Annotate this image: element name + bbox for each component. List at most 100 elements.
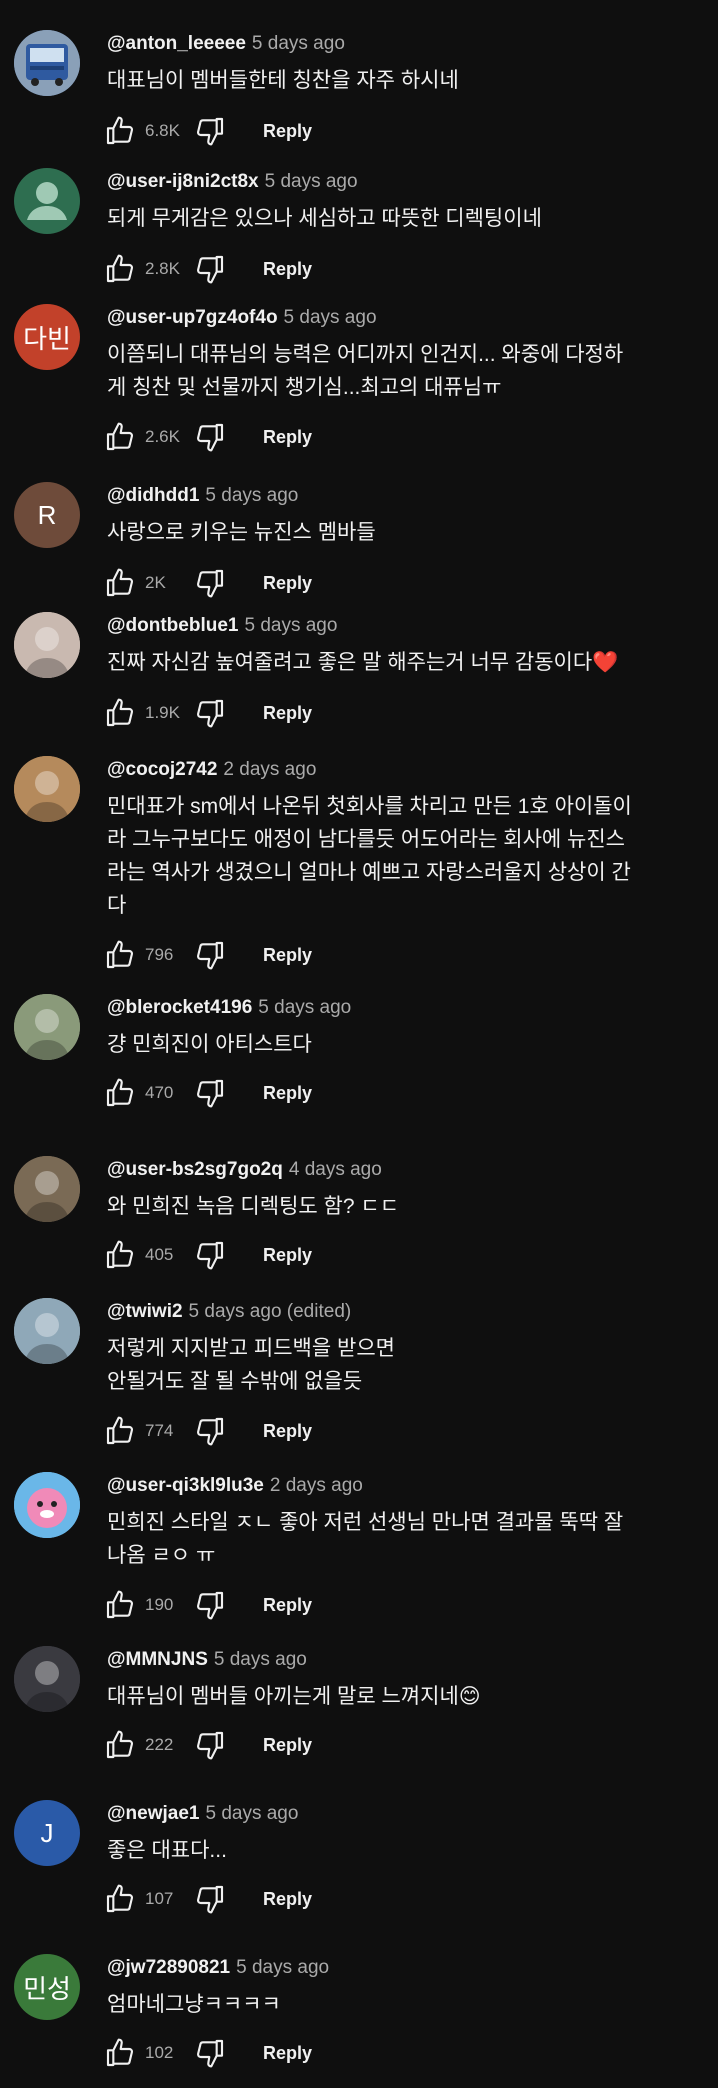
like-count: 107 bbox=[145, 1889, 174, 1908]
comment-text: 엄마네그냥ㅋㅋㅋㅋ bbox=[107, 1993, 281, 2016]
reply-button[interactable]: Reply bbox=[263, 1083, 312, 1104]
comment-actions: 405 Reply bbox=[103, 1236, 312, 1274]
comment-text: 사랑으로 키우는 뉴진스 멤바들 bbox=[107, 521, 376, 544]
thumbs-down-icon bbox=[196, 1591, 224, 1620]
comment-author[interactable]: @jw72890821 bbox=[107, 1957, 230, 1978]
avatar[interactable] bbox=[14, 30, 80, 96]
like-button[interactable] bbox=[103, 252, 137, 286]
avatar[interactable]: J bbox=[14, 1800, 80, 1866]
like-count: 2.6K bbox=[145, 427, 180, 446]
comment-time[interactable]: 5 days ago bbox=[214, 1649, 307, 1670]
comment-author[interactable]: @twiwi2 bbox=[107, 1301, 183, 1322]
dislike-button[interactable] bbox=[193, 1882, 227, 1916]
comment-time[interactable]: 5 days ago bbox=[244, 615, 337, 636]
like-button[interactable] bbox=[103, 420, 137, 454]
avatar[interactable] bbox=[14, 1472, 80, 1538]
reply-button[interactable]: Reply bbox=[263, 1889, 312, 1910]
thumbs-down-icon bbox=[196, 2039, 224, 2068]
comment-author[interactable]: @user-up7gz4of4o bbox=[107, 307, 278, 328]
avatar[interactable] bbox=[14, 1646, 80, 1712]
comment-author[interactable]: @dontbeblue1 bbox=[107, 615, 238, 636]
reply-button[interactable]: Reply bbox=[263, 945, 312, 966]
reply-button[interactable]: Reply bbox=[263, 1595, 312, 1616]
comment-time[interactable]: 5 days ago bbox=[205, 1803, 298, 1824]
thumbs-down-icon bbox=[196, 255, 224, 284]
dislike-button[interactable] bbox=[193, 1238, 227, 1272]
comment-time[interactable]: 5 days ago bbox=[236, 1957, 329, 1978]
dislike-button[interactable] bbox=[193, 696, 227, 730]
thumbs-down-icon bbox=[196, 941, 224, 970]
thumbs-up-icon bbox=[106, 568, 134, 597]
avatar[interactable] bbox=[14, 1156, 80, 1222]
comment-actions: 2K Reply bbox=[103, 564, 312, 602]
like-button[interactable] bbox=[103, 1238, 137, 1272]
comment-time[interactable]: 5 days ago bbox=[265, 171, 358, 192]
comment-text: 이쯤되니 대퓨님의 능력은 어디까지 인건지... 와중에 다정하 게 칭찬 및… bbox=[107, 343, 624, 399]
like-button[interactable] bbox=[103, 114, 137, 148]
comment-time[interactable]: 5 days ago bbox=[252, 33, 345, 54]
dislike-button[interactable] bbox=[193, 420, 227, 454]
avatar-letter: 다빈 bbox=[23, 323, 71, 354]
reply-button[interactable]: Reply bbox=[263, 1245, 312, 1266]
comment-author[interactable]: @user-qi3kl9lu3e bbox=[107, 1475, 264, 1496]
reply-button[interactable]: Reply bbox=[263, 121, 312, 142]
user-photo-icon bbox=[14, 756, 80, 822]
avatar[interactable] bbox=[14, 168, 80, 234]
dislike-button[interactable] bbox=[193, 938, 227, 972]
comment-author[interactable]: @MMNJNS bbox=[107, 1649, 208, 1670]
reply-button[interactable]: Reply bbox=[263, 1421, 312, 1442]
comment-time[interactable]: 2 days ago bbox=[270, 1475, 363, 1496]
comment-time[interactable]: 5 days ago bbox=[258, 997, 351, 1018]
like-button[interactable] bbox=[103, 1076, 137, 1110]
comment-time[interactable]: 5 days ago bbox=[205, 485, 298, 506]
thumbs-up-icon bbox=[106, 422, 134, 451]
dislike-button[interactable] bbox=[193, 1414, 227, 1448]
avatar[interactable]: 다빈 bbox=[14, 304, 80, 370]
reply-button[interactable]: Reply bbox=[263, 1735, 312, 1756]
thumbs-up-icon bbox=[106, 1078, 134, 1107]
dislike-button[interactable] bbox=[193, 1076, 227, 1110]
avatar[interactable] bbox=[14, 994, 80, 1060]
comment-author[interactable]: @user-ij8ni2ct8x bbox=[107, 171, 259, 192]
comment-time[interactable]: 4 days ago bbox=[289, 1159, 382, 1180]
like-button[interactable] bbox=[103, 1414, 137, 1448]
like-button[interactable] bbox=[103, 696, 137, 730]
comment-actions: 774 Reply bbox=[103, 1412, 312, 1450]
like-count: 190 bbox=[145, 1595, 174, 1614]
like-button[interactable] bbox=[103, 1588, 137, 1622]
bus-photo-icon bbox=[14, 30, 80, 96]
dislike-button[interactable] bbox=[193, 114, 227, 148]
avatar[interactable]: 민성 bbox=[14, 1954, 80, 2020]
comment-text: 걍 민희진이 아티스트다 bbox=[107, 1033, 312, 1056]
like-button[interactable] bbox=[103, 1728, 137, 1762]
dislike-button[interactable] bbox=[193, 566, 227, 600]
dislike-button[interactable] bbox=[193, 2036, 227, 2070]
like-button[interactable] bbox=[103, 1882, 137, 1916]
comment-author[interactable]: @blerocket4196 bbox=[107, 997, 252, 1018]
comment-author[interactable]: @user-bs2sg7go2q bbox=[107, 1159, 283, 1180]
comment-author[interactable]: @cocoj2742 bbox=[107, 759, 217, 780]
like-button[interactable] bbox=[103, 566, 137, 600]
avatar-letter: R bbox=[37, 499, 57, 530]
reply-button[interactable]: Reply bbox=[263, 427, 312, 448]
comment-time[interactable]: 2 days ago bbox=[223, 759, 316, 780]
comment-time[interactable]: 5 days ago (edited) bbox=[189, 1301, 352, 1322]
thumbs-down-icon bbox=[196, 1241, 224, 1270]
reply-button[interactable]: Reply bbox=[263, 703, 312, 724]
dislike-button[interactable] bbox=[193, 252, 227, 286]
comment-author[interactable]: @anton_leeeee bbox=[107, 33, 246, 54]
avatar[interactable]: R bbox=[14, 482, 80, 548]
avatar[interactable] bbox=[14, 1298, 80, 1364]
comment-author[interactable]: @didhdd1 bbox=[107, 485, 199, 506]
reply-button[interactable]: Reply bbox=[263, 259, 312, 280]
avatar[interactable] bbox=[14, 756, 80, 822]
dislike-button[interactable] bbox=[193, 1728, 227, 1762]
reply-button[interactable]: Reply bbox=[263, 2043, 312, 2064]
dislike-button[interactable] bbox=[193, 1588, 227, 1622]
comment-time[interactable]: 5 days ago bbox=[284, 307, 377, 328]
avatar[interactable] bbox=[14, 612, 80, 678]
like-button[interactable] bbox=[103, 2036, 137, 2070]
reply-button[interactable]: Reply bbox=[263, 573, 312, 594]
like-button[interactable] bbox=[103, 938, 137, 972]
comment-author[interactable]: @newjae1 bbox=[107, 1803, 199, 1824]
